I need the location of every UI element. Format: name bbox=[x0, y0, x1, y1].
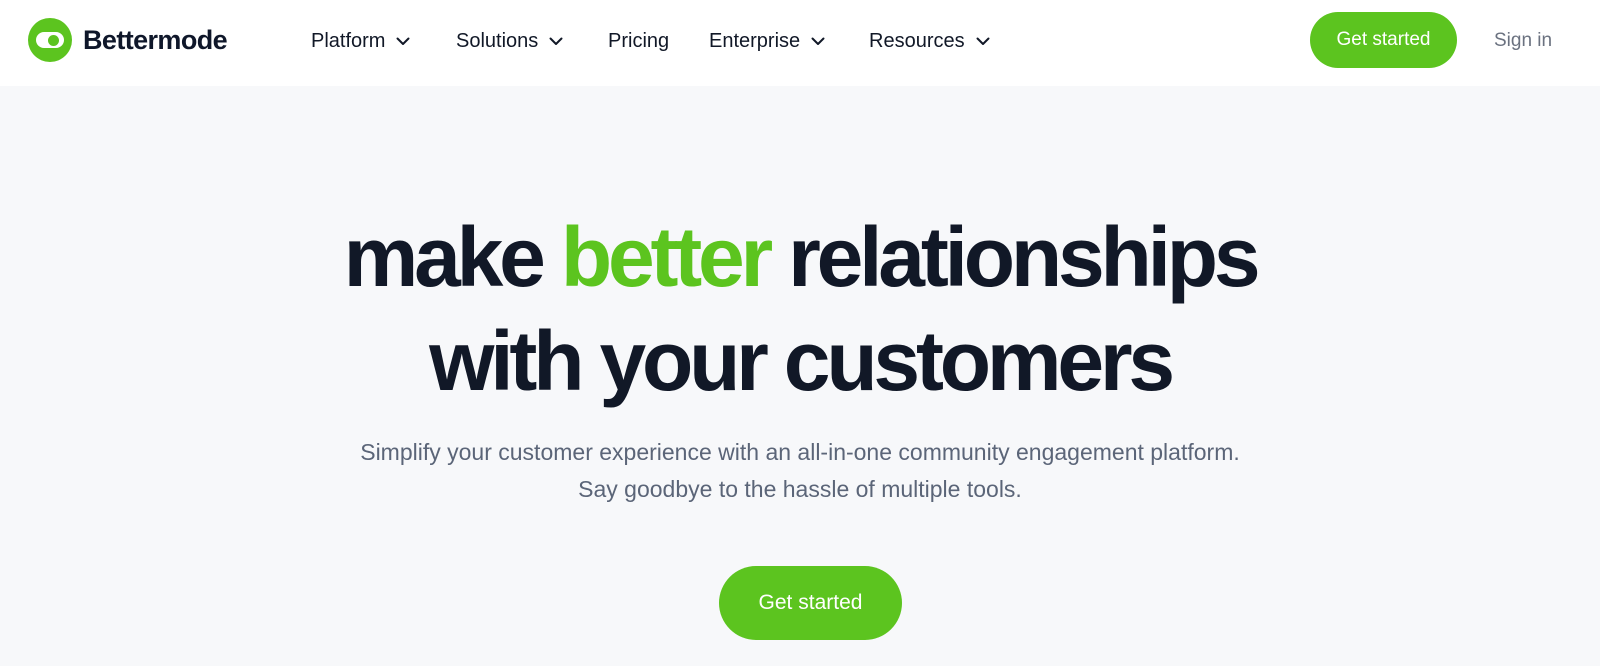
brand-name: Bettermode bbox=[83, 24, 228, 55]
chevron-down-icon bbox=[549, 34, 563, 48]
chevron-down-icon bbox=[396, 34, 410, 48]
nav-item-label: Resources bbox=[869, 29, 965, 52]
hero-get-started-button[interactable]: Get started bbox=[719, 566, 902, 640]
nav-item-label: Enterprise bbox=[709, 29, 801, 52]
sign-in-link[interactable]: Sign in bbox=[1494, 26, 1552, 56]
hero-title: make better relationships with your cust… bbox=[0, 205, 1600, 413]
nav-item-pricing[interactable]: Pricing bbox=[608, 26, 669, 56]
nav-item-label: Solutions bbox=[456, 29, 539, 52]
header-get-started-button[interactable]: Get started bbox=[1310, 12, 1457, 68]
hero-title-part2: relationships bbox=[769, 210, 1260, 304]
hero-title-line2: with your customers bbox=[429, 314, 1175, 408]
logo[interactable]: Bettermode bbox=[28, 18, 228, 62]
nav-item-solutions[interactable]: Solutions bbox=[456, 26, 563, 56]
site-header: Bettermode Platform Solutions Pricing En… bbox=[0, 0, 1600, 86]
nav-item-resources[interactable]: Resources bbox=[869, 26, 990, 56]
nav-item-platform[interactable]: Platform bbox=[311, 26, 410, 56]
chevron-down-icon bbox=[976, 34, 990, 48]
hero-subtitle: Simplify your customer experience with a… bbox=[360, 439, 1240, 502]
nav-item-label: Pricing bbox=[608, 29, 670, 52]
nav-item-enterprise[interactable]: Enterprise bbox=[709, 26, 825, 56]
toggle-switch-icon bbox=[28, 18, 72, 62]
nav-item-label: Platform bbox=[311, 29, 386, 52]
hero-title-accent: better bbox=[560, 210, 773, 304]
hero-title-part1: make bbox=[343, 210, 561, 304]
chevron-down-icon bbox=[811, 34, 825, 48]
